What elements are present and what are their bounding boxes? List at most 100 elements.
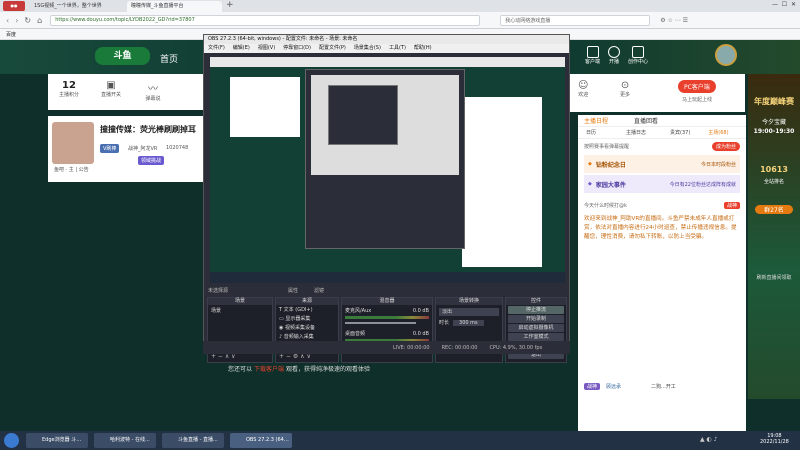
obs-title-bar: OBS 27.2.3 (64-bit, windows) - 配置文件: 未命名… [204,35,569,44]
bookmark-baidu[interactable]: 百度 [6,31,16,38]
menu-help[interactable]: 帮助(H) [414,44,432,53]
chat-username[interactable]: 顾远承 [606,383,621,390]
virtual-camera-button[interactable]: 启动虚拟摄像机 [508,324,564,332]
menu-profile[interactable]: 配置文件(P) [319,44,346,53]
scene-controls[interactable]: + − ∧ ∨ [211,353,236,360]
back-icon[interactable]: ‹ [6,16,9,25]
start-recording-button[interactable]: 开始录制 [508,315,564,323]
home-icon[interactable]: ⌂ [37,16,42,25]
subtab-log[interactable]: 主播日志 [626,129,646,136]
creator-icon[interactable]: 创作中心 [628,46,648,65]
obs-preview[interactable] [210,57,565,283]
extension-icons[interactable]: ⚙ ☆ ⋯ ☰ [660,17,688,24]
menu-dock[interactable]: 停靠窗口(D) [283,44,311,53]
pc-client-sub: 马上玩起上线 [682,97,713,103]
stat-danmaku[interactable]: 〰 弹幕说 [140,80,166,102]
stop-stream-button[interactable]: 停止推流 [508,306,564,314]
tray-icons[interactable]: ▲ ◐ ♪ [700,436,718,443]
client-icon[interactable]: 客户端 [585,46,600,65]
promo-number: 10613 [760,165,788,174]
windows-taskbar: Edge浏览器 斗鱼直播... 哈利波特 - 在线... 斗鱼直播 - 直播..… [0,431,800,450]
address-bar: ‹ › ↻ ⌂ https://www.douyu.com/topic/LYDB… [0,12,800,29]
source-controls[interactable]: + − ⚙ ∧ ∨ [279,353,311,360]
menu-edit[interactable]: 编辑(E) [233,44,250,53]
event-card-1[interactable]: ◆ 钻粉纪念日 今日本时段粉丝 [584,155,740,173]
download-client-link[interactable]: 下载客户端 [254,364,284,373]
duration-input[interactable]: 300 ms [453,319,484,326]
studio-mode-button[interactable]: 工作室模式 [508,333,564,341]
source-toolbar: 未选择源 属性 滤镜 [204,286,569,295]
taskbar-item-douyu[interactable]: 斗鱼直播 - 直播... [162,433,224,448]
tab-schedule[interactable]: 主播日程 [584,116,608,125]
taskbar-item-obs[interactable]: OBS 27.2.3 (64-bit... [230,433,292,448]
subtab-calendar[interactable]: 日历 [586,129,596,136]
event-icon: ◆ [588,181,592,187]
join-fans-button[interactable]: 成为粉丝 [711,141,740,151]
browser-logo-icon[interactable]: ●● [3,1,25,11]
streamer-avatar[interactable] [52,122,94,164]
stat-points[interactable]: 12 主播积分 [56,80,82,98]
menu-scene-collection[interactable]: 场景集合(S) [354,44,381,53]
notice-text: 按照赛事看弹幕提醒 [584,143,630,150]
promo-rank[interactable]: 群27名 [755,205,793,214]
transition-select[interactable]: 淡出 [439,308,499,316]
cpu-status: CPU: 4.9%, 30.00 fps [489,344,543,351]
tab-replay[interactable]: 直播回看 [634,116,658,125]
promo-banner[interactable]: 年度巅峰赛 今夕宝藏 19:00-19:30 10613 全站排名 群27名 刷… [748,74,800,399]
taskbar-clock[interactable]: 19:08 2022/11/28 [760,433,789,445]
streamer-title: 撞撞传媒：荧光棒刷刷掉耳 [100,125,196,134]
browser-tab-1[interactable]: 1SG视频_一个世界，整个世界 [30,1,125,12]
event-card-2[interactable]: ◆ 家园大事件 今日有22位粉丝达成阵有成就 [584,175,740,193]
obs-window: OBS 27.2.3 (64-bit, windows) - 配置文件: 未命名… [203,34,570,363]
owner-name[interactable]: 战神_阿龙VR [128,145,157,152]
obs-status-bar: LIVE: 00:00:00 REC: 00:00:00 CPU: 4.9%, … [203,341,570,354]
browser-tab-2[interactable]: 瞳瞳传媒_斗鱼直播平台 [127,1,222,12]
taskbar-item-browser[interactable]: Edge浏览器 斗鱼直播... [26,433,88,448]
obs-menu-bar: 文件(F) 编辑(E) 视图(V) 停靠窗口(D) 配置文件(P) 场景集合(S… [204,44,569,53]
menu-file[interactable]: 文件(F) [208,44,225,53]
v-badge[interactable]: V刷棒 [100,144,120,153]
douyu-logo[interactable]: 斗鱼 [95,47,150,65]
pc-client-button[interactable]: PC客户端 [678,80,716,93]
stats-row: 12 主播积分 ▣ 直播开关 〰 弹幕说 [48,74,203,110]
promo-label: 全站排名 [763,179,784,185]
stat-live-switch[interactable]: ▣ 直播开关 [98,80,124,98]
mixer-track-mic[interactable]: 麦克风/Aux 0.0 dB [342,305,432,326]
promo-sub: 今夕宝藏 [761,119,786,126]
start-button[interactable] [4,433,19,448]
subtab-vip[interactable]: 贵宾(37) [670,129,690,136]
wave-icon: 〰 [148,84,158,95]
search-box[interactable]: 我心动网络游戏直播 [500,14,651,26]
filters-button[interactable]: 滤镜 [314,287,324,294]
forward-icon[interactable]: › [15,16,18,25]
source-item-text[interactable]: T 文本 (GDI+) [276,305,338,314]
source-item-video[interactable]: ◉ 视频采集设备 [276,323,338,332]
live-status: LIVE: 00:00:00 [393,344,430,351]
user-icon-2[interactable]: ⊙ 更多 [620,80,630,98]
live-icon: ▣ [106,80,116,91]
promo-title: 年度巅峰赛 [754,97,794,106]
scene-item[interactable]: 场景 [208,305,272,316]
menu-view[interactable]: 视图(V) [258,44,275,53]
msg-badge: 战神 [723,201,740,209]
promo-bottom: 刷新直播间领取 [756,275,792,281]
stream-icon[interactable]: 开播 [608,46,620,65]
nav-home[interactable]: 首页 [160,52,178,65]
source-item-display[interactable]: ▭ 显示器采集 [276,314,338,323]
user-avatar[interactable] [715,44,737,66]
streamer-card: 鱼吧 · 主 | 公告 撞撞传媒：荧光棒刷刷掉耳 V刷棒 战神_阿龙VR 102… [48,116,204,182]
promo-time: 19:00-19:30 [753,128,795,135]
streamer-sub: 鱼吧 · 主 | 公告 [54,167,89,173]
url-input[interactable]: https://www.douyu.com/topic/LYDB2022_GD?… [50,14,481,26]
tag-badge[interactable]: 领域挑战 [138,156,165,165]
menu-tools[interactable]: 工具(T) [389,44,406,53]
user-icon-1[interactable]: ☺ 欢迎 [578,80,588,98]
new-tab-button[interactable]: + [226,0,234,10]
source-item-audio[interactable]: ♪ 音频输入采集 [276,332,338,341]
refresh-icon[interactable]: ↻ [24,16,31,25]
taskbar-item-app2[interactable]: 哈利波特 - 在线... [94,433,156,448]
subtab-home[interactable]: 主场(68) [708,129,728,136]
hot-value: 1020748 [166,145,189,151]
properties-button[interactable]: 属性 [288,287,298,294]
event-icon: ◆ [588,161,592,167]
